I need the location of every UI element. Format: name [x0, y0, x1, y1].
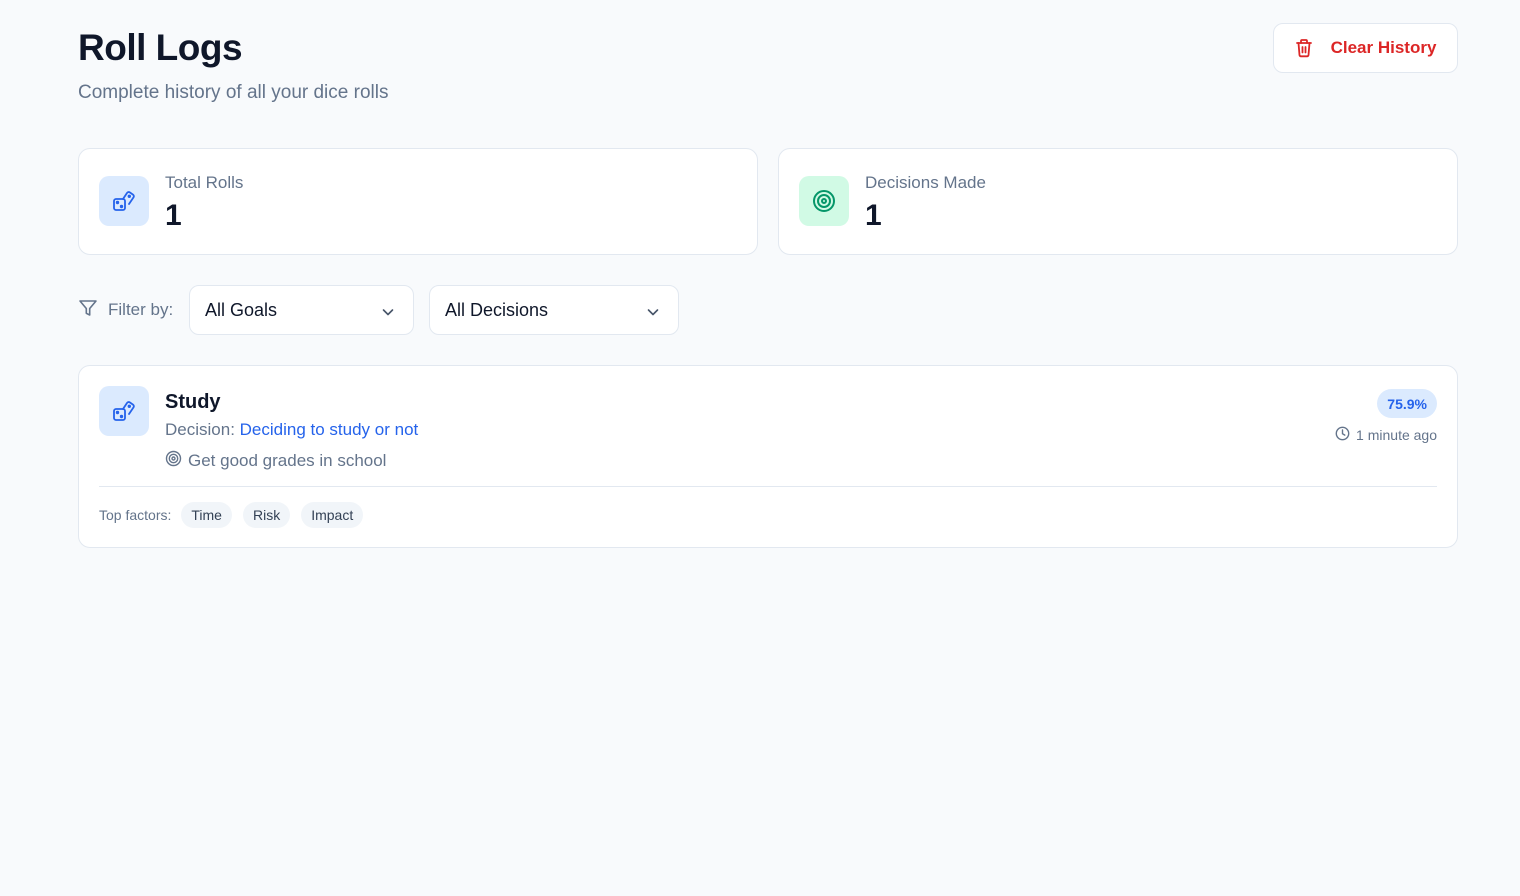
top-factors: Top factors: Time Risk Impact [99, 502, 364, 528]
stat-label: Decisions Made [865, 173, 986, 192]
decisions-made-card: Decisions Made 1 [778, 148, 1458, 255]
filter-label: Filter by: [108, 300, 174, 319]
factors-label: Top factors: [99, 507, 172, 523]
decisions-select[interactable]: All Decisions [429, 285, 679, 335]
decision-prefix: Decision: [165, 420, 235, 439]
factor-chip: Impact [301, 502, 364, 528]
stat-label: Total Rolls [165, 173, 244, 192]
log-goal: Get good grades in school [165, 450, 386, 472]
dice-icon [99, 386, 149, 436]
chevron-down-icon [381, 303, 395, 324]
dice-icon [99, 176, 149, 226]
roll-log-entry[interactable]: Study Decision: Deciding to study or not… [78, 365, 1458, 548]
filter-label-group: Filter by: [78, 285, 173, 335]
target-icon [165, 450, 182, 472]
decisions-select-value: All Decisions [445, 299, 549, 320]
goals-select-value: All Goals [205, 299, 278, 320]
log-decision: Decision: Deciding to study or not [165, 420, 418, 440]
factor-chip: Risk [242, 502, 291, 528]
chevron-down-icon [646, 303, 660, 324]
target-icon [799, 176, 849, 226]
stat-value: 1 [165, 199, 182, 232]
roll-logs-page: Roll Logs Complete history of all your d… [0, 0, 1520, 896]
probability-badge: 75.9% [1377, 389, 1437, 418]
stat-value: 1 [865, 199, 882, 232]
goals-select[interactable]: All Goals [189, 285, 414, 335]
page-subtitle: Complete history of all your dice rolls [78, 82, 389, 103]
trash-icon [1295, 38, 1313, 58]
factor-chip: Time [181, 502, 232, 528]
page-header: Roll Logs Complete history of all your d… [78, 23, 1458, 116]
divider [99, 486, 1437, 487]
time-text: 1 minute ago [1356, 427, 1437, 443]
filter-icon [78, 298, 98, 323]
page-title: Roll Logs [78, 27, 243, 68]
decision-link[interactable]: Deciding to study or not [240, 420, 419, 439]
log-title: Study [165, 391, 221, 413]
clear-history-label: Clear History [1330, 38, 1437, 57]
goal-text: Get good grades in school [188, 451, 387, 470]
log-timestamp: 1 minute ago [1335, 426, 1437, 444]
clock-icon [1335, 426, 1350, 444]
total-rolls-card: Total Rolls 1 [78, 148, 758, 255]
clear-history-button[interactable]: Clear History [1273, 23, 1458, 73]
